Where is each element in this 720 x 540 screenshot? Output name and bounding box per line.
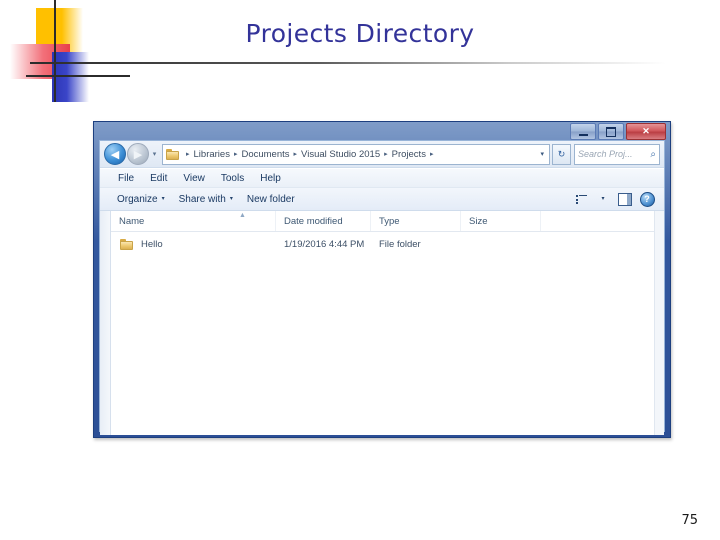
- decoration-horizontal-line: [26, 75, 130, 77]
- menu-item-tools[interactable]: Tools: [213, 173, 252, 184]
- chevron-down-icon: ▾: [601, 196, 605, 202]
- vertical-scrollbar[interactable]: [654, 211, 664, 435]
- maximize-button[interactable]: [598, 123, 624, 140]
- minimize-button[interactable]: [570, 123, 596, 140]
- forward-button[interactable]: ▶: [127, 143, 149, 165]
- breadcrumb-item-visual-studio-2015[interactable]: Visual Studio 2015: [301, 149, 380, 160]
- menu-item-file[interactable]: File: [110, 173, 142, 184]
- breadcrumb-separator: ▸: [186, 151, 190, 158]
- window-titlebar: ✕: [94, 122, 670, 140]
- help-icon: ?: [639, 191, 655, 207]
- folder-icon: [120, 239, 133, 250]
- column-header-date-modified[interactable]: Date modified: [276, 211, 371, 231]
- address-bar: ◀ ▶ ▾ ▸ Libraries ▸ Documents ▸ Visual S…: [100, 141, 664, 168]
- column-header-name-label: Name: [119, 215, 145, 227]
- breadcrumb-separator: ▸: [384, 151, 388, 158]
- recent-locations-dropdown-icon[interactable]: ▾: [149, 150, 160, 158]
- minimize-icon: [578, 133, 588, 136]
- new-folder-button[interactable]: New folder: [240, 194, 302, 205]
- window-body: ◀ ▶ ▾ ▸ Libraries ▸ Documents ▸ Visual S…: [99, 140, 665, 435]
- file-rows: Hello 1/19/2016 4:44 PM File folder: [111, 232, 664, 253]
- table-row[interactable]: Hello 1/19/2016 4:44 PM File folder: [111, 236, 664, 253]
- page-title: Projects Directory: [245, 19, 475, 48]
- refresh-button[interactable]: ↻: [552, 143, 571, 165]
- explorer-content: Name ▲ Date modified Type Size Hello 1/1…: [100, 211, 664, 435]
- chevron-down-icon: ▾: [161, 196, 165, 202]
- column-headers: Name ▲ Date modified Type Size: [111, 211, 664, 232]
- preview-pane-button[interactable]: [614, 190, 636, 208]
- file-list[interactable]: Name ▲ Date modified Type Size Hello 1/1…: [111, 211, 664, 435]
- folder-icon: [166, 148, 179, 160]
- new-folder-label: New folder: [246, 193, 295, 205]
- decoration-blue-square: [52, 52, 89, 102]
- help-button[interactable]: ?: [636, 190, 658, 208]
- command-bar: Organize ▾ Share with ▾ New folder ▾ ?: [100, 188, 664, 211]
- sort-ascending-icon: ▲: [239, 212, 246, 219]
- close-button[interactable]: ✕: [626, 123, 666, 140]
- row-date-cell: 1/19/2016 4:44 PM: [284, 239, 365, 250]
- row-type-cell: File folder: [379, 239, 421, 250]
- page-number: 75: [681, 513, 698, 528]
- change-view-dropdown[interactable]: ▾: [592, 190, 614, 208]
- organize-label: Organize: [117, 193, 158, 205]
- title-divider: [30, 62, 666, 64]
- menu-item-help[interactable]: Help: [252, 173, 289, 184]
- search-icon: ⌕: [650, 148, 656, 160]
- breadcrumb-separator: ▸: [233, 151, 238, 158]
- menu-item-view[interactable]: View: [175, 173, 213, 184]
- decoration-vertical-line: [54, 0, 56, 102]
- search-input[interactable]: Search Proj... ⌕: [574, 143, 660, 165]
- share-with-button[interactable]: Share with ▾: [172, 194, 240, 205]
- navigation-pane[interactable]: [100, 211, 111, 435]
- list-view-icon: [575, 194, 587, 204]
- column-header-type[interactable]: Type: [371, 211, 461, 231]
- share-with-label: Share with: [178, 193, 226, 205]
- row-name-label: Hello: [141, 239, 163, 250]
- search-placeholder: Search Proj...: [578, 149, 633, 159]
- slide-decoration: [0, 0, 130, 105]
- breadcrumb-item-projects[interactable]: Projects: [392, 149, 426, 160]
- column-header-name[interactable]: Name ▲: [111, 211, 276, 231]
- breadcrumb: ▸ Libraries ▸ Documents ▸ Visual Studio …: [182, 149, 537, 160]
- preview-pane-icon: [618, 192, 632, 206]
- change-view-button[interactable]: [570, 190, 592, 208]
- menu-bar: File Edit View Tools Help: [100, 168, 664, 188]
- breadcrumb-item-libraries[interactable]: Libraries: [194, 149, 230, 160]
- breadcrumb-bar[interactable]: ▸ Libraries ▸ Documents ▸ Visual Studio …: [162, 143, 550, 165]
- maximize-icon: [606, 126, 616, 137]
- chevron-down-icon: ▾: [229, 196, 233, 202]
- address-dropdown-icon[interactable]: ▾: [537, 150, 547, 158]
- window-controls: ✕: [570, 123, 666, 140]
- column-header-size[interactable]: Size: [461, 211, 541, 231]
- organize-button[interactable]: Organize ▾: [110, 194, 172, 205]
- windows-explorer-window: ✕ ◀ ▶ ▾ ▸ Libraries ▸ Documents ▸ Visual…: [93, 121, 671, 438]
- row-name-cell: Hello: [111, 239, 276, 250]
- breadcrumb-separator: ▸: [429, 151, 434, 158]
- back-button[interactable]: ◀: [104, 143, 126, 165]
- breadcrumb-item-documents[interactable]: Documents: [241, 149, 289, 160]
- menu-item-edit[interactable]: Edit: [142, 173, 175, 184]
- breadcrumb-separator: ▸: [293, 151, 298, 158]
